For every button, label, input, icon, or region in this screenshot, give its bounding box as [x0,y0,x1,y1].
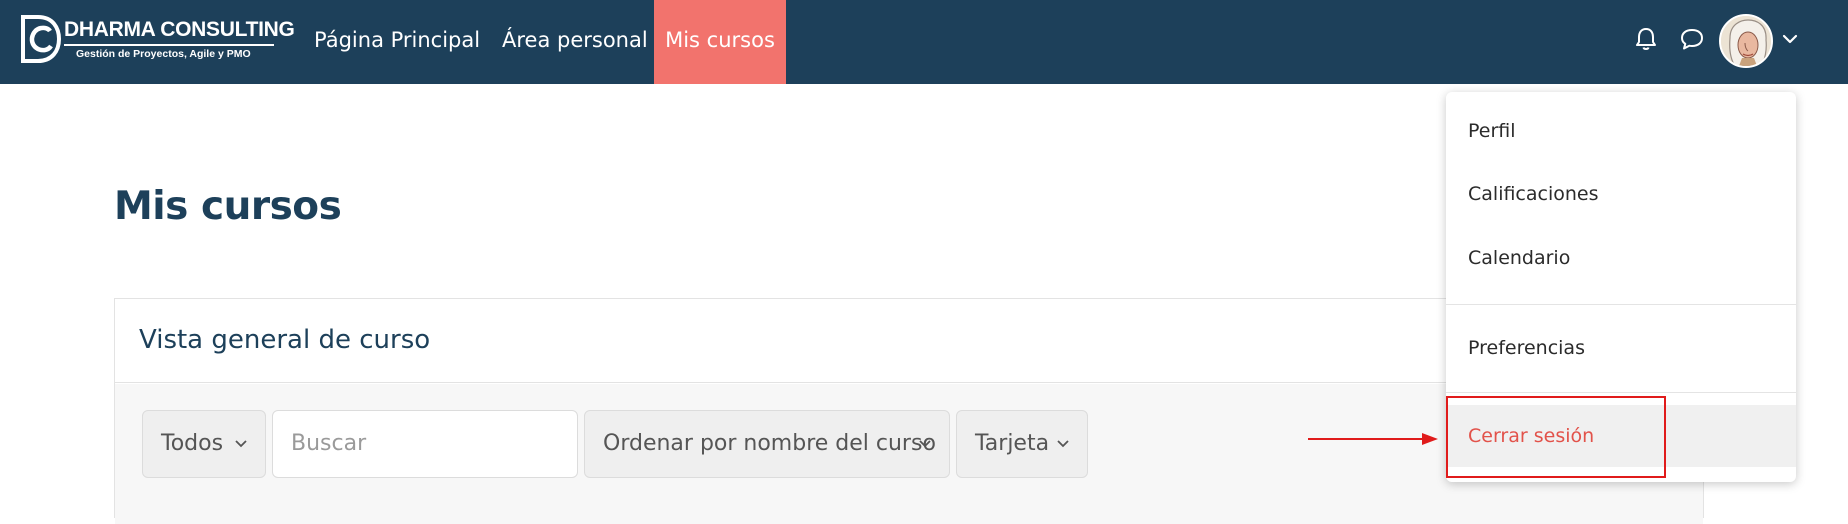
nav-home-link[interactable]: Página Principal [314,0,480,84]
sort-dropdown[interactable]: Ordenar por nombre del curso [584,410,950,478]
sort-dropdown-label: Ordenar por nombre del curso [603,431,936,456]
chevron-down-icon [235,440,247,448]
filter-dropdown-label: Todos [161,431,224,456]
filter-dropdown[interactable]: Todos [142,410,266,478]
chat-icon[interactable] [1677,24,1707,54]
search-placeholder: Buscar [291,431,367,456]
brand-subtitle: Gestión de Proyectos, Agile y PMO [76,48,251,60]
top-navbar: DHARMA CONSULTING Gestión de Proyectos, … [0,0,1848,84]
search-input[interactable]: Buscar [272,410,578,478]
menu-item-grades[interactable]: Calificaciones [1468,183,1599,205]
menu-item-preferences[interactable]: Preferencias [1468,337,1585,359]
menu-item-profile[interactable]: Perfil [1468,120,1516,142]
annotation-arrow-icon [1308,433,1438,445]
chevron-down-icon [919,440,931,448]
nav-dashboard-link[interactable]: Área personal [502,0,648,84]
menu-item-calendar[interactable]: Calendario [1468,247,1570,269]
brand-logo[interactable]: DHARMA CONSULTING Gestión de Proyectos, … [20,12,295,68]
user-portrait-icon [1721,16,1771,66]
page-title: Mis cursos [114,184,342,229]
user-menu-dropdown: Perfil Calificaciones Calendario Prefere… [1446,92,1796,482]
view-dropdown[interactable]: Tarjeta [956,410,1088,478]
bell-icon[interactable] [1631,24,1661,54]
brand-divider [64,44,274,46]
nav-my-courses-link[interactable]: Mis cursos [654,0,786,84]
card-title: Vista general de curso [139,325,431,355]
menu-item-logout[interactable]: Cerrar sesión [1468,425,1594,447]
logo-mark-icon [21,15,62,63]
brand-title: DHARMA CONSULTING [64,18,295,41]
view-dropdown-label: Tarjeta [975,431,1050,456]
menu-divider [1446,392,1796,393]
menu-divider [1446,304,1796,305]
chevron-down-icon [1057,440,1069,448]
avatar[interactable] [1719,14,1773,68]
chevron-down-icon[interactable] [1779,28,1801,50]
